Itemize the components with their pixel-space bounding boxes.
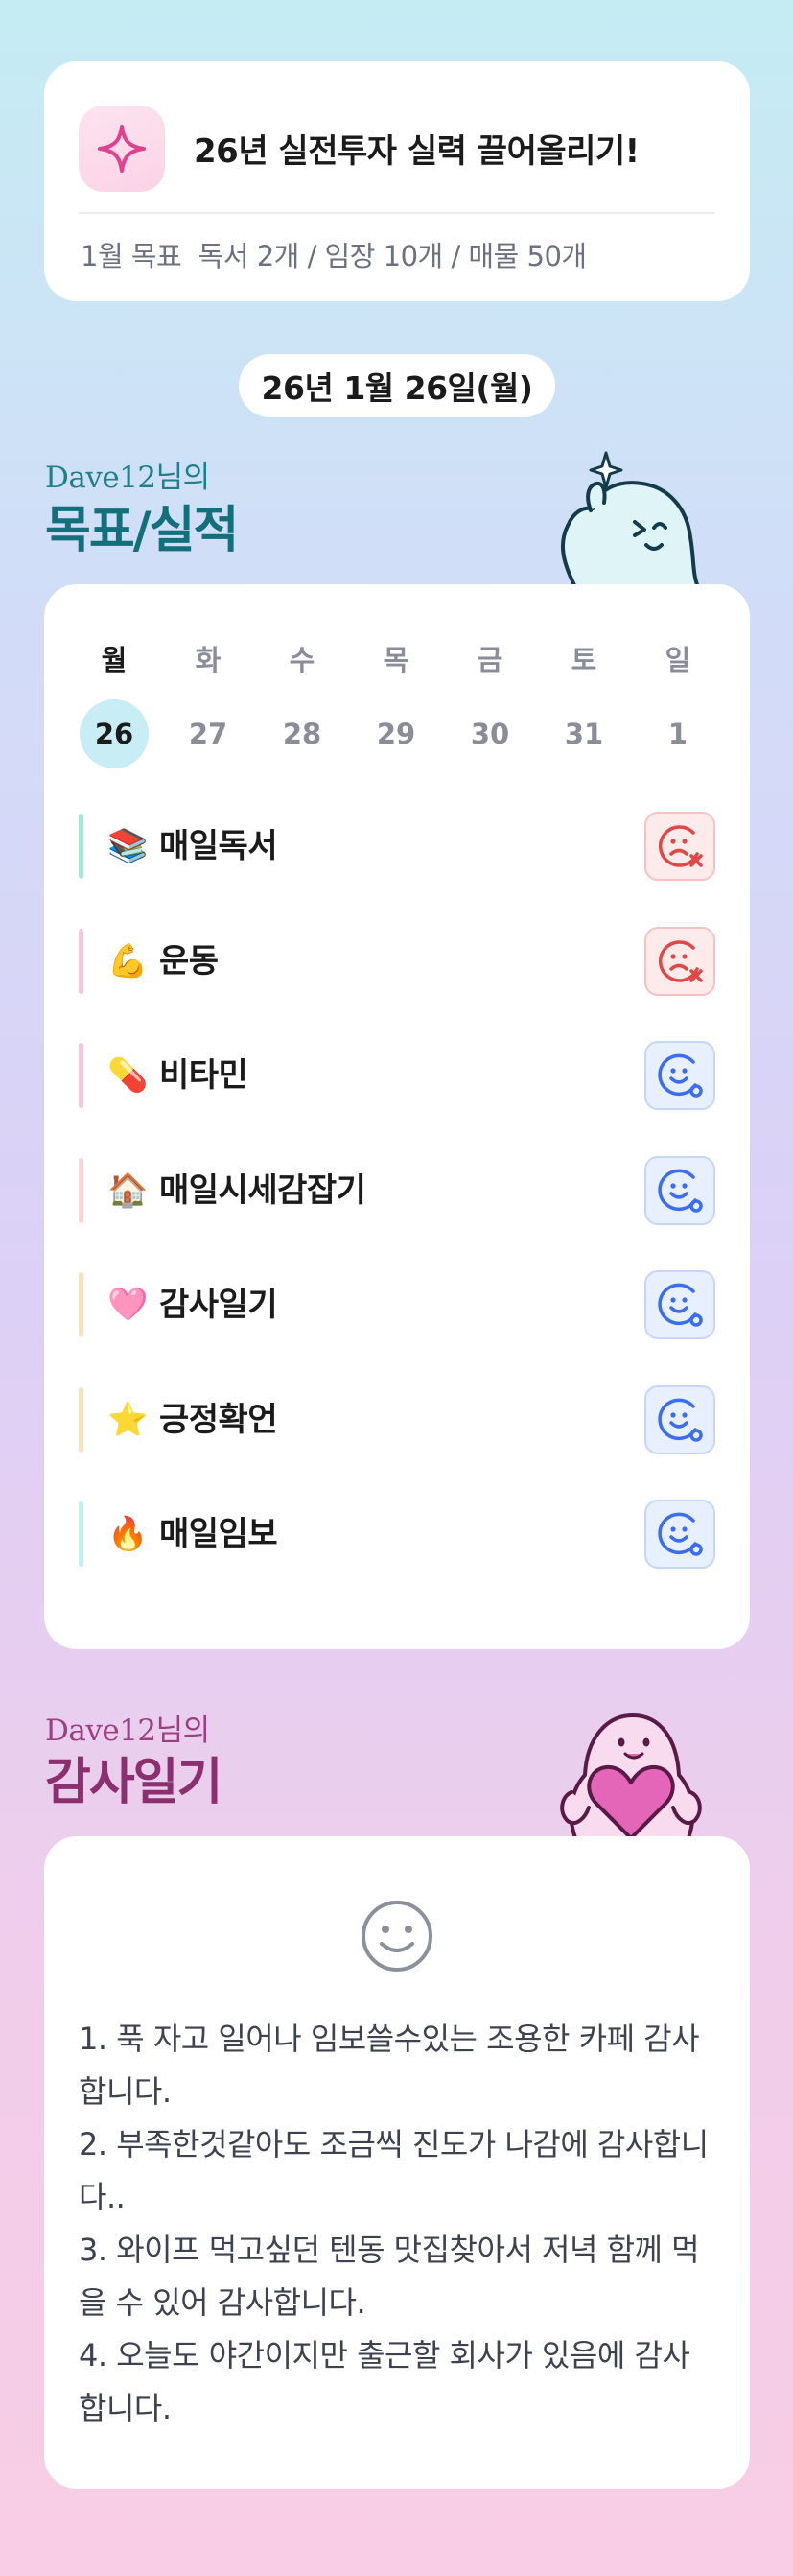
date-cell[interactable]: 30 [455,699,525,768]
habit-label: 운동 [159,941,219,981]
habit-emoji-icon: 💪 [107,941,149,981]
ghost-character-icon [554,451,708,589]
heart-character-icon [547,1700,715,1840]
habit-label: 감사일기 [159,1286,278,1324]
done-face-icon[interactable] [644,1155,715,1225]
weekday-label: 목 [383,644,409,676]
journal-entry: 2. 부족한것같아도 조금씩 진도가 나감에 감사합니다.. [79,2126,709,2215]
habit-label: 매일시세감잡기 [159,1170,366,1210]
habit-emoji-icon: 🩷 [107,1286,149,1324]
habit-color-bar [79,1272,83,1337]
weekday-label: 토 [571,644,597,676]
journal-entry: 3. 와이프 먹고싶던 텐동 맛집찾아서 저녁 함께 먹을 수 있어 감사합니다… [79,2232,700,2321]
habit-row[interactable]: 💊 비타민 [79,1039,715,1112]
habit-row[interactable]: ⭐ 긍정확언 [79,1383,715,1456]
habit-emoji-icon: 📚 [107,827,149,865]
weekday-label: 화 [195,644,222,676]
date-cell[interactable]: 1 [643,699,712,768]
journal-entries: 1. 푹 자고 일어나 임보쓸수있는 조용한 카페 감사합니다. 2. 부족한것… [79,2013,715,2435]
journal-title: 감사일기 [45,1754,222,1811]
done-face-icon[interactable] [644,1041,715,1110]
date-cell[interactable]: 29 [362,699,431,768]
habit-emoji-icon: ⭐ [107,1400,149,1439]
done-face-icon[interactable] [644,1500,715,1569]
habit-row[interactable]: 🏠 매일시세감잡기 [79,1154,715,1227]
weekday-label: 금 [477,644,503,676]
habit-color-bar [79,1157,83,1223]
habit-label: 매일독서 [159,827,278,865]
goal-card[interactable]: 26년 실전투자 실력 끌어올리기! 1월 목표 독서 2개 / 임장 10개 … [44,61,750,301]
checklist-card: 월 화 수 목 금 토 일 26 27 28 29 30 31 1 📚 매일독서 💪… [44,584,750,1649]
goal-title: 26년 실전투자 실력 끌어올리기! [194,132,640,171]
done-face-icon[interactable] [644,1270,715,1339]
habit-row[interactable]: 📚 매일독서 [79,810,715,883]
habit-label: 비타민 [159,1056,248,1095]
weekday-label: 수 [289,644,315,676]
journal-entry: 4. 오늘도 야간이지만 출근할 회사가 있음에 감사합니다. [79,2337,690,2426]
habit-emoji-icon: 💊 [107,1056,149,1095]
habit-label: 긍정확언 [159,1400,278,1439]
fail-face-icon[interactable] [644,926,715,996]
done-face-icon[interactable] [644,1384,715,1454]
habit-color-bar [79,1501,83,1567]
sparkle-icon [79,106,165,192]
goal-subtitle: 1월 목표 독서 2개 / 임장 10개 / 매물 50개 [81,240,587,272]
weekday-label: 일 [665,644,691,676]
date-pill[interactable]: 26년 1월 26일(월) [239,354,555,417]
divider [79,212,715,214]
weekday-label: 월 [101,644,128,676]
date-cell[interactable]: 28 [268,699,337,768]
habit-row[interactable]: 🔥 매일임보 [79,1498,715,1571]
journal-card[interactable]: 1. 푹 자고 일어나 임보쓸수있는 조용한 카페 감사합니다. 2. 부족한것… [44,1836,750,2489]
date-cell[interactable]: 27 [174,699,243,768]
habit-color-bar [79,1043,83,1108]
date-cell[interactable]: 26 [80,699,149,768]
habit-row[interactable]: 🩷 감사일기 [79,1268,715,1341]
habit-color-bar [79,1386,83,1453]
smile-icon [359,1898,435,1974]
habit-color-bar [79,928,83,994]
habit-label: 매일임보 [159,1515,278,1553]
fail-face-icon[interactable] [644,812,715,881]
habit-color-bar [79,814,83,879]
habit-row[interactable]: 💪 운동 [79,925,715,998]
date-cell[interactable]: 31 [549,699,618,768]
habit-emoji-icon: 🏠 [107,1170,149,1210]
journal-entry: 1. 푹 자고 일어나 임보쓸수있는 조용한 카페 감사합니다. [79,2021,700,2110]
habit-emoji-icon: 🔥 [107,1515,149,1553]
checklist-title: 목표/실적 [45,502,239,559]
